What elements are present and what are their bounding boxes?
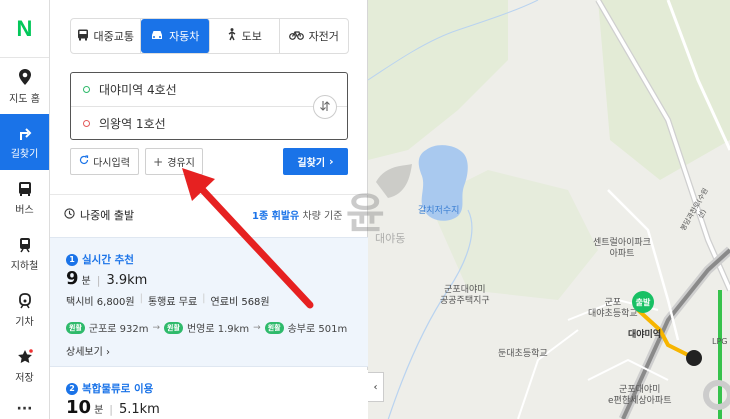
map-label-apt2: 군포대야미 공공주택지구 <box>440 285 490 307</box>
road-segments: 원활 군포로 932m → 원활 번영로 1.9km → 원활 송부로 501m <box>66 320 347 335</box>
separator: | <box>139 293 143 304</box>
clock-icon <box>64 208 75 222</box>
map-label-apt1: 센트럴아이파크 아파트 <box>593 238 651 260</box>
rail-item-train[interactable]: 기차 <box>0 282 49 338</box>
map-label-school3: 군포대야미 e편한세상아파트 <box>608 385 672 407</box>
rail-label: 지도 홈 <box>9 93 40 105</box>
bicycle-icon <box>288 29 304 43</box>
collapse-panel-button[interactable]: ‹ <box>368 372 384 402</box>
rail-label: 지하철 <box>10 260 39 272</box>
chevron-right-icon: › <box>329 155 334 168</box>
tab-label: 대중교통 <box>93 30 134 43</box>
route-title: 1 실시간 추천 <box>66 252 134 267</box>
route-title-text: 복합물류로 이용 <box>82 383 154 395</box>
reset-button[interactable]: 다시입력 <box>70 148 139 175</box>
separator: | <box>109 403 113 416</box>
destination-value: 의왕역 1호선 <box>99 116 166 131</box>
tab-label: 도보 <box>241 30 262 43</box>
route-index-badge: 2 <box>66 382 78 395</box>
start-marker[interactable]: 출발 <box>632 291 654 313</box>
rail-label: 저장 <box>15 372 34 384</box>
route-summary: 9 분 | 3.9km <box>66 268 147 289</box>
arrow-right-icon: → <box>253 322 261 333</box>
route-index-badge: 1 <box>66 253 78 266</box>
more-dots-icon: ··· <box>16 401 33 417</box>
left-nav-rail: N 지도 홈 길찾기 버스 지하철 기차 저장 ··· <box>0 0 50 419</box>
chevron-right-icon: › <box>106 347 110 358</box>
origin-dot-icon <box>83 86 90 93</box>
distance-value: 3.9km <box>106 273 148 288</box>
subway-icon <box>17 237 33 253</box>
origin-field[interactable]: 대야미역 4호선 <box>71 73 347 106</box>
tab-label: 자전거 <box>308 30 339 43</box>
annotation-arrow <box>182 168 314 309</box>
rail-label: 기차 <box>15 316 34 328</box>
rail-more-button[interactable]: ··· <box>0 394 49 419</box>
train-icon <box>17 292 33 309</box>
destination-field[interactable]: 의왕역 1호선 <box>71 106 347 139</box>
swap-route-button[interactable] <box>313 95 337 119</box>
separator: | <box>96 274 101 287</box>
traffic-badge: 원활 <box>66 321 85 334</box>
map-label-school2: 둔대초등학교 <box>498 349 548 359</box>
arrow-right-icon: → <box>152 322 161 333</box>
duration-value: 10 <box>66 397 92 418</box>
road-segment: 송부로 501m <box>287 324 348 335</box>
duration-value: 9 <box>66 268 79 289</box>
bus-icon <box>77 29 89 44</box>
route-summary: 10 분 | 5.1km <box>66 397 160 418</box>
map-label-station: 대야미역 <box>628 330 662 340</box>
chevron-left-icon: ‹ <box>373 381 378 393</box>
swap-arrows-icon <box>319 100 331 115</box>
map-label-lpg: LPG <box>712 337 728 346</box>
route-detail-link[interactable]: 상세보기 › <box>66 343 110 358</box>
rail-item-bus[interactable]: 버스 <box>0 170 49 226</box>
rail-label: 버스 <box>15 204 34 216</box>
tab-bicycle[interactable]: 자전거 <box>280 19 349 53</box>
distance-value: 5.1km <box>118 402 160 417</box>
road-segment: 번영로 1.9km <box>186 324 250 335</box>
rail-item-directions[interactable]: 길찾기 <box>0 114 49 170</box>
tab-label: 자동차 <box>169 30 200 43</box>
rail-item-saved[interactable]: 저장 <box>0 338 49 394</box>
star-icon <box>17 348 33 365</box>
traffic-badge: 원활 <box>164 321 183 334</box>
duration-unit: 분 <box>81 276 91 287</box>
turn-right-arrow-icon <box>17 125 33 141</box>
bus-icon <box>17 181 33 197</box>
route-input-box: 대야미역 4호선 의왕역 1호선 <box>70 72 348 140</box>
car-icon <box>150 29 164 44</box>
route-title: 2 복합물류로 이용 <box>66 381 153 396</box>
depart-later-label: 나중에 출발 <box>80 209 135 222</box>
taxi-fare: 택시비 6,800원 <box>66 297 135 308</box>
tab-public-transit[interactable]: 대중교통 <box>71 19 141 53</box>
rail-item-map-home[interactable]: 지도 홈 <box>0 58 49 114</box>
depart-later-button[interactable]: 나중에 출발 <box>64 207 134 223</box>
duration-unit: 분 <box>94 405 104 416</box>
tab-walk[interactable]: 도보 <box>210 19 280 53</box>
walk-icon <box>227 28 237 44</box>
start-marker-label: 출발 <box>635 297 651 307</box>
road-segment: 군포로 932m <box>88 324 149 335</box>
rail-label: 길찾기 <box>10 148 39 160</box>
camera-marker <box>686 350 702 366</box>
rail-item-subway[interactable]: 지하철 <box>0 226 49 282</box>
map-pin-icon <box>17 68 33 86</box>
traffic-badge: 원활 <box>264 321 284 334</box>
refresh-icon <box>79 155 89 168</box>
reset-label: 다시입력 <box>93 158 130 169</box>
route-result-2[interactable]: 2 복합물류로 이용 10 분 | 5.1km <box>50 370 368 419</box>
tab-car[interactable]: 자동차 <box>140 19 210 53</box>
detail-label: 상세보기 <box>66 347 103 358</box>
plus-icon: + <box>153 154 164 169</box>
origin-value: 대야미역 4호선 <box>99 83 177 97</box>
map-label-school1: 군포 대야초등학교 <box>588 298 638 320</box>
logo-mark: N <box>16 15 33 41</box>
watermark-text: 대야동 <box>375 232 406 245</box>
destination-dot-icon <box>83 119 90 127</box>
naver-logo[interactable]: N <box>0 0 49 58</box>
route-title-text: 실시간 추천 <box>82 254 134 266</box>
transport-mode-tabs: 대중교통 자동차 도보 자전거 <box>70 18 349 54</box>
